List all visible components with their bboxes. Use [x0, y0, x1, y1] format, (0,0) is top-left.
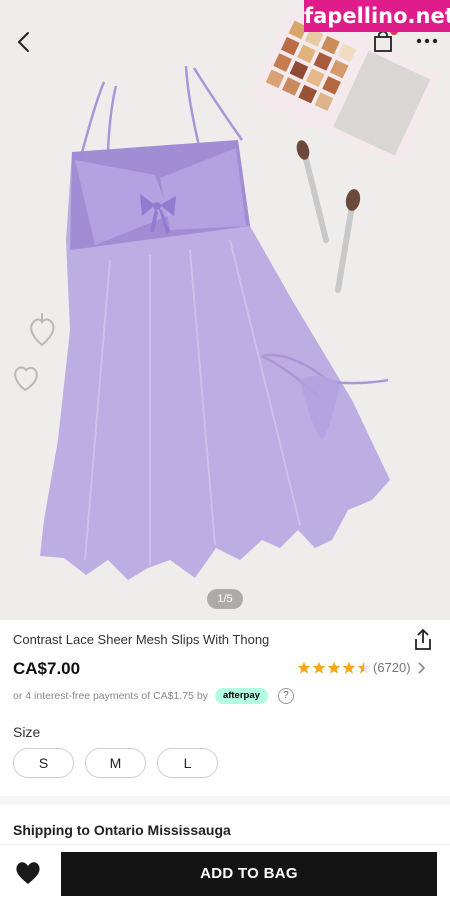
gallery-pager: 1/5 — [207, 589, 243, 609]
help-icon[interactable]: ? — [277, 688, 294, 704]
afterpay-logo: afterpay — [214, 688, 268, 704]
afterpay-info: or 4 interest-free payments of CA$1.75 b… — [13, 688, 294, 704]
section-divider — [0, 796, 450, 805]
star-icon — [297, 661, 311, 674]
rating-stars — [297, 661, 371, 675]
add-to-bag-button[interactable]: ADD TO BAG — [61, 852, 437, 896]
star-icon — [312, 661, 326, 674]
afterpay-text: or 4 interest-free payments of CA$1.75 b… — [13, 690, 208, 702]
product-price: CA$7.00 — [13, 659, 81, 678]
back-button[interactable] — [8, 26, 40, 58]
watermark: fapellino.net — [304, 0, 450, 32]
size-label: Size — [13, 724, 41, 740]
product-gallery[interactable]: fapellino.net 1/5 — [0, 0, 450, 620]
product-photo — [14, 5, 443, 580]
share-button[interactable] — [412, 628, 436, 652]
product-title: Contrast Lace Sheer Mesh Slips With Thon… — [13, 632, 270, 647]
more-icon — [416, 38, 438, 44]
star-half-icon — [357, 661, 371, 674]
share-icon — [415, 628, 431, 650]
size-option-l[interactable]: L — [157, 748, 218, 778]
rating-count: (6720) — [373, 660, 411, 675]
back-icon — [18, 32, 29, 52]
star-icon — [342, 661, 356, 674]
rating-summary[interactable]: (6720) — [297, 660, 427, 675]
wishlist-button[interactable] — [14, 860, 42, 886]
size-option-s[interactable]: S — [13, 748, 74, 778]
bottom-action-bar: ADD TO BAG — [0, 844, 450, 902]
chevron-right-icon — [418, 661, 425, 674]
shipping-destination[interactable]: Shipping to Ontario Mississauga — [13, 822, 231, 838]
heart-icon — [16, 862, 40, 884]
size-option-m[interactable]: M — [85, 748, 146, 778]
star-icon — [327, 661, 341, 674]
